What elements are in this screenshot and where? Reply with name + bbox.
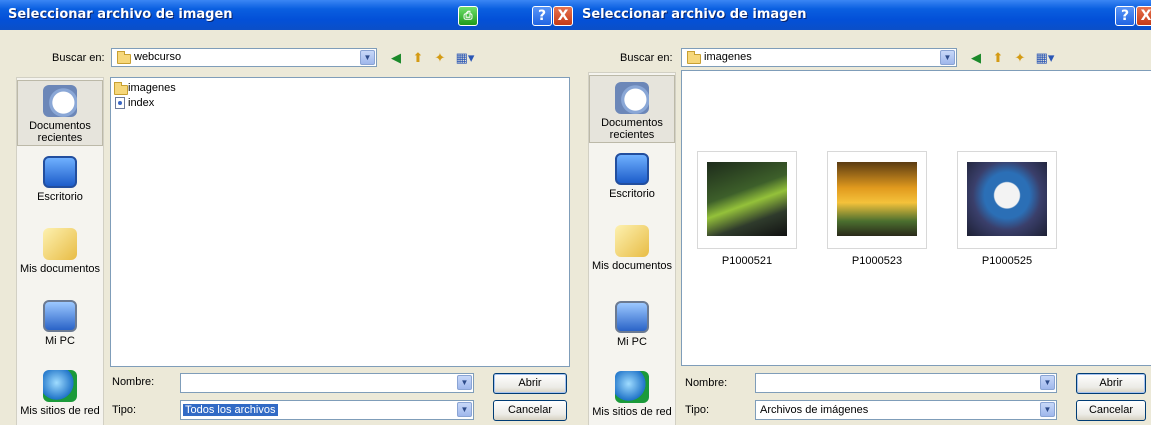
- place-label: Mi PC: [617, 336, 647, 348]
- chevron-down-icon[interactable]: ▼: [360, 50, 375, 65]
- thumbnail-item[interactable]: [957, 151, 1057, 249]
- place-my-documents[interactable]: Mis documentos: [589, 225, 675, 275]
- desktop-icon: [615, 153, 649, 185]
- my-documents-icon: [43, 228, 77, 260]
- title-bar: Seleccionar archivo de imagen ⎙ ? X: [0, 0, 574, 30]
- new-folder-icon[interactable]: ✦: [1012, 50, 1028, 66]
- up-folder-icon[interactable]: ⬆: [410, 50, 426, 66]
- place-label: Documentos recientes: [29, 120, 91, 144]
- place-label: Mi PC: [45, 335, 75, 347]
- my-documents-icon: [615, 225, 649, 257]
- dialog-title: Seleccionar archivo de imagen: [8, 7, 233, 22]
- thumbnail-item[interactable]: [697, 151, 797, 249]
- thumbnail-view[interactable]: P1000521 P1000523 P1000525: [681, 70, 1151, 366]
- place-network[interactable]: Mis sitios de red: [589, 371, 675, 421]
- type-label: Tipo:: [112, 404, 137, 416]
- back-icon[interactable]: ◀: [968, 50, 984, 66]
- toolbar: ◀ ⬆ ✦ ▦▾: [968, 50, 1078, 66]
- view-menu-icon[interactable]: ▦▾: [454, 50, 476, 66]
- help-button[interactable]: ?: [532, 6, 552, 26]
- type-label: Tipo:: [685, 404, 710, 416]
- places-bar: Documentos recientes Escritorio Mis docu…: [16, 77, 104, 425]
- place-label: Mis documentos: [591, 260, 673, 272]
- place-desktop[interactable]: Escritorio: [589, 153, 675, 203]
- place-label: Mis sitios de red: [592, 406, 672, 418]
- title-bar: Seleccionar archivo de imagen ? X: [574, 0, 1151, 30]
- my-computer-icon: [43, 300, 77, 332]
- file-list[interactable]: imagenes index: [110, 77, 570, 367]
- folder-icon: [687, 51, 701, 64]
- recent-documents-icon: [615, 82, 649, 114]
- photo-thumbnail: [967, 162, 1047, 236]
- place-label: Mis sitios de red: [20, 405, 100, 417]
- thumbnail-item[interactable]: [827, 151, 927, 249]
- file-name-input[interactable]: ▼: [180, 373, 474, 393]
- look-in-dropdown[interactable]: webcurso ▼: [111, 48, 377, 67]
- folder-icon: [117, 51, 131, 64]
- file-name: index: [128, 97, 155, 109]
- close-button[interactable]: X: [1136, 6, 1151, 26]
- folder-icon: [114, 82, 128, 95]
- place-label: Escritorio: [609, 188, 655, 200]
- place-my-documents[interactable]: Mis documentos: [17, 228, 103, 278]
- place-recent-documents[interactable]: Documentos recientes: [17, 80, 103, 146]
- place-label: Mis documentos: [19, 263, 101, 275]
- name-label: Nombre:: [112, 376, 155, 388]
- place-label: Documentos recientes: [601, 117, 663, 141]
- toolbar: ◀ ⬆ ✦ ▦▾: [388, 50, 498, 66]
- thumbnail-caption: P1000523: [851, 255, 903, 267]
- view-menu-icon[interactable]: ▦▾: [1034, 50, 1056, 66]
- up-folder-icon[interactable]: ⬆: [990, 50, 1006, 66]
- chevron-down-icon[interactable]: ▼: [940, 50, 955, 65]
- chevron-down-icon[interactable]: ▼: [457, 402, 472, 417]
- place-label: Escritorio: [37, 191, 83, 203]
- file-type-dropdown[interactable]: Archivos de imágenes ▼: [755, 400, 1057, 420]
- file-dialog-webcurso: Seleccionar archivo de imagen ⎙ ? X Busc…: [0, 0, 574, 425]
- open-button[interactable]: Abrir: [1076, 373, 1146, 394]
- name-label: Nombre:: [685, 377, 728, 389]
- dialog-title: Seleccionar archivo de imagen: [582, 7, 807, 22]
- place-my-computer[interactable]: Mi PC: [17, 300, 103, 350]
- thumbnail-caption: P1000525: [981, 255, 1033, 267]
- file-name: imagenes: [128, 82, 176, 94]
- look-in-label: Buscar en:: [620, 52, 673, 64]
- file-type-value: Archivos de imágenes: [760, 404, 869, 416]
- chevron-down-icon[interactable]: ▼: [1040, 375, 1055, 390]
- place-network[interactable]: Mis sitios de red: [17, 370, 103, 420]
- cancel-button[interactable]: Cancelar: [493, 400, 567, 421]
- places-bar: Documentos recientes Escritorio Mis docu…: [588, 72, 676, 425]
- recent-documents-icon: [43, 85, 77, 117]
- place-recent-documents[interactable]: Documentos recientes: [589, 75, 675, 143]
- photo-thumbnail: [837, 162, 917, 236]
- look-in-value: imagenes: [704, 51, 752, 63]
- open-button[interactable]: Abrir: [493, 373, 567, 394]
- chevron-down-icon[interactable]: ▼: [1040, 402, 1055, 417]
- thumbnail-caption: P1000521: [721, 255, 773, 267]
- file-name-input[interactable]: ▼: [755, 373, 1057, 393]
- html-file-icon: [115, 97, 125, 109]
- back-icon[interactable]: ◀: [388, 50, 404, 66]
- desktop-icon: [43, 156, 77, 188]
- file-type-value: Todos los archivos: [183, 404, 278, 416]
- file-type-dropdown[interactable]: Todos los archivos ▼: [180, 400, 474, 420]
- network-icon: [43, 370, 77, 402]
- help-button[interactable]: ?: [1115, 6, 1135, 26]
- file-dialog-imagenes: Seleccionar archivo de imagen ? X Buscar…: [574, 0, 1151, 425]
- look-in-dropdown[interactable]: imagenes ▼: [681, 48, 957, 67]
- place-my-computer[interactable]: Mi PC: [589, 301, 675, 351]
- look-in-value: webcurso: [134, 51, 182, 63]
- new-folder-icon[interactable]: ✦: [432, 50, 448, 66]
- close-button[interactable]: X: [553, 6, 573, 26]
- network-icon: [615, 371, 649, 403]
- chevron-down-icon[interactable]: ▼: [457, 375, 472, 390]
- printer-icon[interactable]: ⎙: [458, 6, 478, 26]
- place-desktop[interactable]: Escritorio: [17, 156, 103, 206]
- my-computer-icon: [615, 301, 649, 333]
- cancel-button[interactable]: Cancelar: [1076, 400, 1146, 421]
- list-item-imagenes[interactable]: imagenes: [114, 82, 234, 96]
- photo-thumbnail: [707, 162, 787, 236]
- look-in-label: Buscar en:: [52, 52, 105, 64]
- list-item-index[interactable]: index: [114, 97, 234, 111]
